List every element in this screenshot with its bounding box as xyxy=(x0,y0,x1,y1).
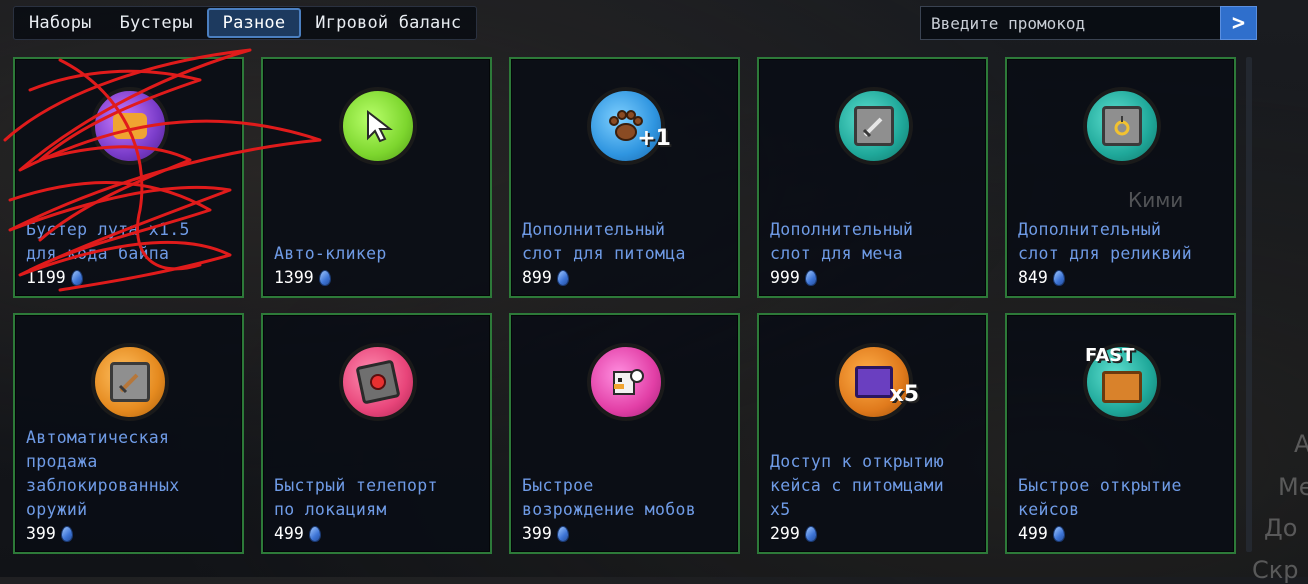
background-text: Кими xyxy=(1128,188,1184,212)
blue-gem-icon xyxy=(1053,527,1064,541)
fast-case-icon: FAST xyxy=(1083,343,1161,421)
shop-item-card[interactable]: Быстрый телепорт по локациям 499 xyxy=(261,313,492,554)
item-name: Бустер лута x1.5 для кода байпа xyxy=(26,220,190,263)
plus-one-badge: +1 xyxy=(637,126,671,151)
item-name: Дополнительный слот для реликвий xyxy=(1018,220,1192,263)
item-name: Авто-кликер xyxy=(274,244,387,263)
item-price: 1199 xyxy=(26,266,82,290)
x5-badge: x5 xyxy=(889,382,920,407)
item-name: Доступ к открытию кейса с питомцами х5 xyxy=(770,452,944,519)
tab-misc[interactable]: Разное xyxy=(206,8,302,38)
item-name: Дополнительный слот для питомца xyxy=(522,220,686,263)
background-text: Скр xyxy=(1252,556,1299,584)
shop-item-card[interactable]: Быстрое возрождение мобов 399 xyxy=(509,313,740,554)
blue-gem-icon xyxy=(61,527,72,541)
tab-game-balance[interactable]: Игровой баланс xyxy=(301,8,475,38)
relic-slot-icon xyxy=(1083,87,1161,165)
arrow-right-icon: > xyxy=(1231,10,1246,36)
booster-icon xyxy=(91,87,169,165)
shop-item-card[interactable]: Дополнительный слот для реликвий 849 xyxy=(1005,57,1236,298)
blue-gem-icon xyxy=(805,527,816,541)
promo-submit-button[interactable]: > xyxy=(1220,6,1257,40)
promo-code-form: > xyxy=(920,6,1257,40)
shop-item-card[interactable]: x5 Доступ к открытию кейса с питомцами х… xyxy=(757,313,988,554)
item-price: 1399 xyxy=(274,266,330,290)
blue-gem-icon xyxy=(557,527,568,541)
item-price: 299 xyxy=(770,522,816,546)
shop-item-card[interactable]: Бустер лута x1.5 для кода байпа 1199 xyxy=(13,57,244,298)
item-name: Автоматическая продажа заблокированных о… xyxy=(26,428,180,519)
paw-icon: +1 xyxy=(587,87,671,165)
category-tabs: Наборы Бустеры Разное Игровой баланс xyxy=(13,6,478,40)
blue-gem-icon xyxy=(805,271,816,285)
shop-item-card[interactable]: Дополнительный слот для меча 999 xyxy=(757,57,988,298)
item-name: Дополнительный слот для меча xyxy=(770,220,914,263)
item-name: Быстрое возрождение мобов xyxy=(522,476,696,519)
background-text: А xyxy=(1294,430,1308,458)
shop-item-card[interactable]: FAST Быстрое открытие кейсов 499 xyxy=(1005,313,1236,554)
cursor-click-icon xyxy=(339,87,417,165)
promo-code-input[interactable] xyxy=(920,6,1220,40)
item-price: 999 xyxy=(770,266,816,290)
blue-gem-icon xyxy=(309,527,320,541)
item-price: 899 xyxy=(522,266,568,290)
sword-slot-icon xyxy=(835,87,913,165)
scrollbar[interactable] xyxy=(1246,57,1252,552)
item-price: 399 xyxy=(26,522,72,546)
background-text: Ме xyxy=(1278,473,1308,501)
tab-sets[interactable]: Наборы xyxy=(15,8,106,38)
shop-item-card[interactable]: Авто-кликер 1399 xyxy=(261,57,492,298)
mob-respawn-icon xyxy=(587,343,665,421)
blue-gem-icon xyxy=(319,271,330,285)
shop-item-card[interactable]: +1 Дополнительный слот для питомца 899 xyxy=(509,57,740,298)
item-price: 399 xyxy=(522,522,568,546)
blue-gem-icon xyxy=(557,271,568,285)
blue-gem-icon xyxy=(71,271,82,285)
shop-item-card[interactable]: Автоматическая продажа заблокированных о… xyxy=(13,313,244,554)
background-text: До xyxy=(1264,514,1298,542)
blue-gem-icon xyxy=(1053,271,1064,285)
tab-boosters[interactable]: Бустеры xyxy=(106,8,207,38)
auto-sell-sword-icon xyxy=(91,343,169,421)
item-name: Быстрый телепорт по локациям xyxy=(274,476,438,519)
item-price: 499 xyxy=(274,522,320,546)
teleport-button-icon xyxy=(339,343,417,421)
pet-case-x5-icon: x5 xyxy=(835,343,919,421)
item-price: 499 xyxy=(1018,522,1064,546)
item-price: 849 xyxy=(1018,266,1064,290)
fast-badge: FAST xyxy=(1085,345,1135,366)
item-name: Быстрое открытие кейсов xyxy=(1018,476,1182,519)
